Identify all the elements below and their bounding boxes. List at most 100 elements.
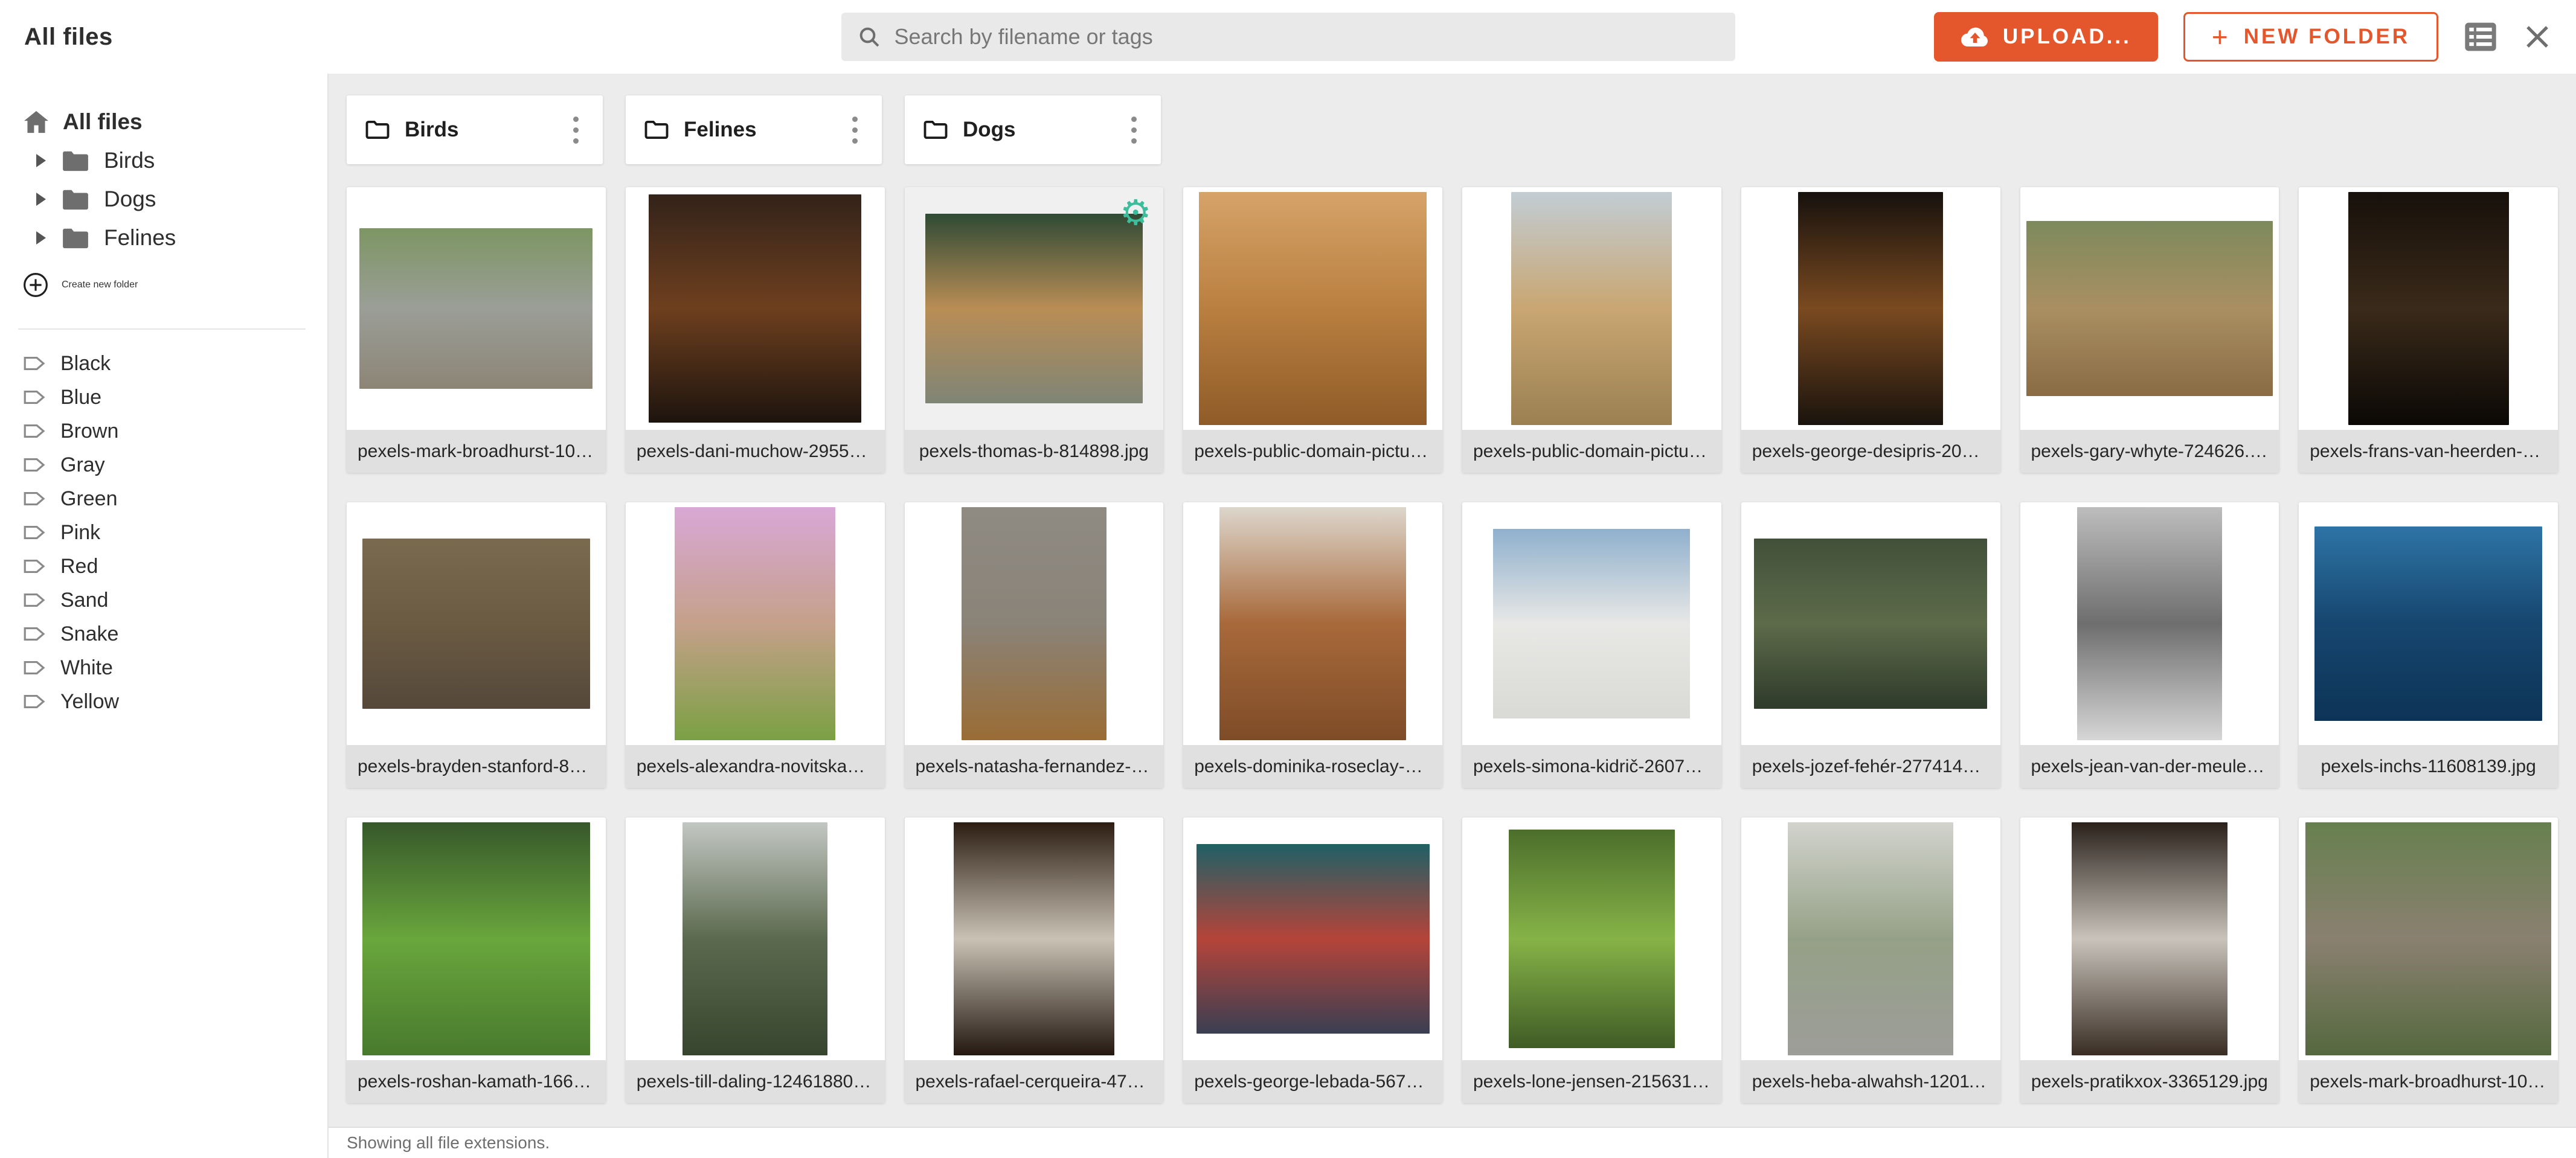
file-thumbnail-area <box>2299 187 2558 430</box>
file-card[interactable]: ⚙ pexels-dominika-roseclay-895259.... <box>1183 502 1442 788</box>
sidebar-item-all-files[interactable]: All files <box>0 103 327 141</box>
folder-chip-felines[interactable]: Felines <box>626 95 882 164</box>
tag-icon <box>23 354 46 373</box>
file-card[interactable]: ⚙ pexels-mark-broadhurst-105804.jpg <box>2299 817 2558 1103</box>
file-card[interactable]: ⚙ pexels-frans-van-heerden-191217... <box>2299 187 2558 473</box>
file-thumbnail-area <box>1462 817 1721 1060</box>
file-card[interactable]: ⚙ pexels-lone-jensen-2156310.jpg <box>1462 817 1721 1103</box>
tag-item-brown[interactable]: Brown <box>0 414 327 448</box>
file-thumbnail <box>1511 192 1672 425</box>
header-actions: UPLOAD... + NEW FOLDER <box>1934 12 2552 62</box>
tag-item-yellow[interactable]: Yellow <box>0 685 327 718</box>
file-thumbnail <box>2072 822 2227 1055</box>
file-card[interactable]: ⚙ pexels-thomas-b-814898.jpg <box>905 187 1164 473</box>
file-card[interactable]: ⚙ pexels-mark-broadhurst-106690.jpg <box>347 187 606 473</box>
tag-icon <box>23 625 46 643</box>
close-icon <box>2523 22 2552 51</box>
file-thumbnail <box>1493 529 1690 718</box>
folder-chip-label: Dogs <box>963 118 1016 142</box>
file-card[interactable]: ⚙ pexels-natasha-fernandez-733835... <box>905 502 1164 788</box>
file-card[interactable]: ⚙ pexels-rafael-cerqueira-4737508.jpg <box>905 817 1164 1103</box>
tag-label: Sand <box>60 589 108 612</box>
tag-item-snake[interactable]: Snake <box>0 617 327 651</box>
file-card[interactable]: ⚙ pexels-simona-kidrič-2607544.jpg <box>1462 502 1721 788</box>
tag-item-green[interactable]: Green <box>0 482 327 516</box>
search-icon <box>857 25 881 49</box>
close-button[interactable] <box>2523 22 2552 51</box>
file-card[interactable]: ⚙ pexels-dani-muchow-2955703.jpg <box>626 187 885 473</box>
tag-label: Pink <box>60 521 100 545</box>
file-card[interactable]: ⚙ pexels-alexandra-novitskaya-2951... <box>626 502 885 788</box>
file-card[interactable]: ⚙ pexels-jozef-fehér-2774140.jpg <box>1741 502 2000 788</box>
file-name: pexels-pratikxox-3365129.jpg <box>2031 1072 2268 1092</box>
expand-caret-icon[interactable] <box>36 154 46 167</box>
file-name-bar: pexels-lone-jensen-2156310.jpg <box>1462 1060 1721 1103</box>
file-thumbnail <box>1788 822 1953 1055</box>
sidebar-divider <box>18 328 306 330</box>
sidebar-item-birds[interactable]: Birds <box>0 141 327 180</box>
file-thumbnail <box>683 822 827 1055</box>
create-new-folder-button[interactable]: Create new folder <box>0 266 327 304</box>
file-name: pexels-rafael-cerqueira-4737508.jpg <box>916 1072 1153 1092</box>
sidebar-item-dogs[interactable]: Dogs <box>0 180 327 219</box>
file-thumbnail-area <box>626 502 885 745</box>
file-grid: ⚙ pexels-mark-broadhurst-106690.jpg ⚙ pe… <box>347 187 2558 1103</box>
file-card[interactable]: ⚙ pexels-jean-van-der-meulen-2078... <box>2020 502 2279 788</box>
file-name: pexels-alexandra-novitskaya-2951... <box>637 757 874 777</box>
tag-item-sand[interactable]: Sand <box>0 583 327 617</box>
file-card[interactable]: ⚙ pexels-gary-whyte-724626.jpg <box>2020 187 2279 473</box>
expand-caret-icon[interactable] <box>36 193 46 206</box>
folder-chip-dogs[interactable]: Dogs <box>905 95 1161 164</box>
sidebar: All files Birds Dogs Felines Create new … <box>0 74 329 1158</box>
file-thumbnail-area <box>1462 187 1721 430</box>
folder-menu-button[interactable] <box>1125 110 1143 150</box>
folder-icon <box>62 188 89 211</box>
tag-label: Green <box>60 487 118 511</box>
file-card[interactable]: ⚙ pexels-george-lebada-567540.jpg <box>1183 817 1442 1103</box>
file-thumbnail-area <box>347 502 606 745</box>
file-card[interactable]: ⚙ pexels-george-desipris-2055100.jpg <box>1741 187 2000 473</box>
file-name-bar: pexels-dominika-roseclay-895259.... <box>1183 745 1442 788</box>
file-name-bar: pexels-public-domain-pictures-41... <box>1462 430 1721 473</box>
search-input[interactable] <box>893 24 1720 50</box>
upload-button[interactable]: UPLOAD... <box>1934 12 2158 62</box>
tag-label: Snake <box>60 622 118 646</box>
sidebar-item-felines[interactable]: Felines <box>0 219 327 257</box>
file-name-bar: pexels-george-lebada-567540.jpg <box>1183 1060 1442 1103</box>
file-card[interactable]: ⚙ pexels-brayden-stanford-8521834.... <box>347 502 606 788</box>
folder-menu-button[interactable] <box>846 110 864 150</box>
file-name: pexels-mark-broadhurst-106690.jpg <box>358 441 595 462</box>
file-card[interactable]: ⚙ pexels-public-domain-pictures-41... <box>1462 187 1721 473</box>
tag-icon <box>23 456 46 474</box>
tag-item-gray[interactable]: Gray <box>0 448 327 482</box>
file-name: pexels-public-domain-pictures-41... <box>1473 441 1710 462</box>
folder-menu-button[interactable] <box>567 110 585 150</box>
expand-caret-icon[interactable] <box>36 231 46 245</box>
list-view-toggle-button[interactable] <box>2464 21 2497 53</box>
file-name: pexels-dani-muchow-2955703.jpg <box>637 441 874 462</box>
tag-item-pink[interactable]: Pink <box>0 516 327 549</box>
sidebar-folder-tree: Birds Dogs Felines <box>0 141 327 257</box>
file-card[interactable]: ⚙ pexels-roshan-kamath-1661179.jpg <box>347 817 606 1103</box>
file-card[interactable]: ⚙ pexels-inchs-11608139.jpg <box>2299 502 2558 788</box>
tag-item-black[interactable]: Black <box>0 347 327 380</box>
new-folder-button-label: NEW FOLDER <box>2244 25 2410 49</box>
search-bar[interactable] <box>841 13 1735 61</box>
file-thumbnail-area <box>2299 502 2558 745</box>
file-thumbnail-area <box>347 817 606 1060</box>
tag-item-blue[interactable]: Blue <box>0 380 327 414</box>
file-name-bar: pexels-gary-whyte-724626.jpg <box>2020 430 2279 473</box>
file-card[interactable]: ⚙ pexels-pratikxox-3365129.jpg <box>2020 817 2279 1103</box>
file-thumbnail-area <box>1741 187 2000 430</box>
tag-item-red[interactable]: Red <box>0 549 327 583</box>
file-name: pexels-brayden-stanford-8521834.... <box>358 757 595 777</box>
tag-item-white[interactable]: White <box>0 651 327 685</box>
folder-chip-birds[interactable]: Birds <box>347 95 603 164</box>
file-card[interactable]: ⚙ pexels-public-domain-pictures-41... <box>1183 187 1442 473</box>
file-card[interactable]: ⚙ pexels-till-daling-12461880.jpg <box>626 817 885 1103</box>
file-name-bar: pexels-roshan-kamath-1661179.jpg <box>347 1060 606 1103</box>
file-thumbnail <box>2077 507 2222 740</box>
file-name-bar: pexels-inchs-11608139.jpg <box>2299 745 2558 788</box>
file-card[interactable]: ⚙ pexels-heba-alwahsh-12011987.jpg <box>1741 817 2000 1103</box>
new-folder-button[interactable]: + NEW FOLDER <box>2183 12 2438 62</box>
